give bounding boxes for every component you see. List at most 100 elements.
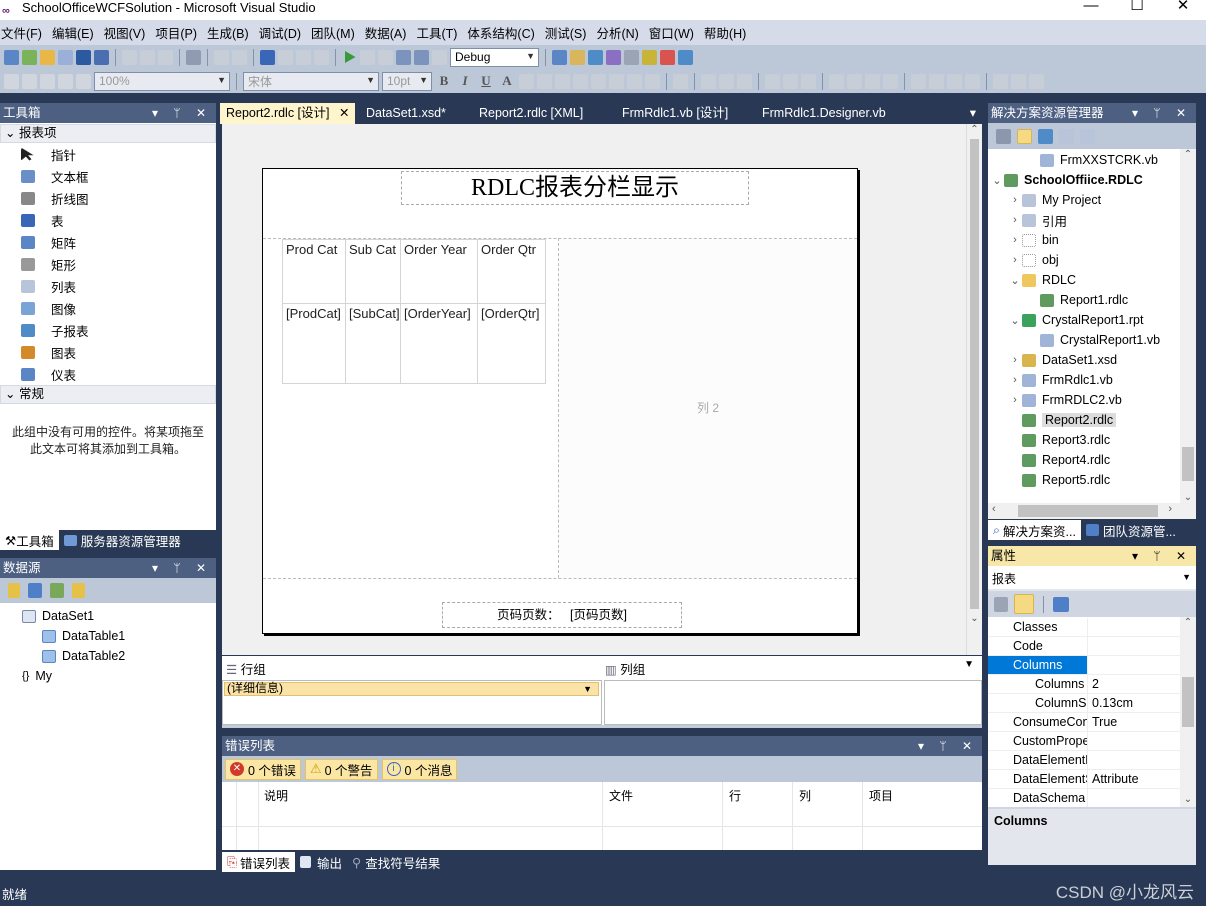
properties-icon[interactable] [996, 128, 1011, 144]
datasource-node[interactable]: DataTable2 [0, 646, 216, 666]
comment-icon[interactable] [214, 49, 229, 65]
underline-button[interactable]: U [477, 73, 495, 89]
horizontal-scrollbar[interactable]: ‹ › [988, 503, 1196, 519]
collapsed-chevron-icon[interactable]: › [1008, 254, 1022, 266]
tab-server-explorer[interactable]: 服务器资源管理器 [59, 530, 186, 550]
uncomment-icon[interactable] [232, 49, 247, 65]
property-row[interactable]: Classes [988, 618, 1180, 637]
solution-node[interactable]: ⌄ SchoolOffiice.RDLC [988, 170, 1180, 190]
menu-item[interactable]: 生成(B) [206, 23, 254, 42]
solution-config-select[interactable]: Debug ▼ [450, 47, 539, 67]
table-header-cell[interactable]: Sub Cat [345, 239, 401, 304]
open-file-icon[interactable] [40, 49, 55, 65]
collapsed-chevron-icon[interactable]: › [1008, 354, 1022, 366]
datasource-node[interactable]: DataSet1 [0, 606, 216, 626]
pause-icon[interactable] [360, 49, 375, 65]
datasource-node[interactable]: DataTable1 [0, 626, 216, 646]
menu-item[interactable]: 数据(A) [364, 23, 412, 42]
italic-button[interactable]: I [456, 73, 474, 89]
decrease-indent-icon[interactable] [627, 73, 642, 89]
horizontal-spacing-icon[interactable] [911, 73, 926, 89]
bulleted-list-icon[interactable] [609, 73, 624, 89]
new-website-icon[interactable] [22, 49, 37, 65]
collapsed-chevron-icon[interactable]: › [1008, 374, 1022, 386]
align-rights-icon[interactable] [737, 73, 752, 89]
toolbox-item[interactable]: 图表 [0, 341, 216, 363]
menu-item[interactable]: 分析(N) [595, 23, 643, 42]
grouping-dropdown-icon[interactable]: ▼ [964, 659, 974, 670]
categorized-icon[interactable] [994, 596, 1008, 612]
property-value[interactable] [1088, 637, 1092, 655]
vertical-scrollbar[interactable]: ⌃ ⌄ [1180, 149, 1196, 503]
scrollbar-thumb[interactable] [1182, 447, 1194, 481]
report-table[interactable]: Prod Cat [ProdCat] Sub Cat [SubCat] Order Ye… [282, 239, 546, 384]
column-header-file[interactable]: 文件 [602, 782, 633, 850]
property-row[interactable]: ColumnSpacing0.13cm [988, 694, 1180, 713]
refresh-icon[interactable] [1038, 128, 1053, 144]
table-data-cell[interactable]: [SubCat] [345, 303, 401, 384]
alphabetical-icon[interactable] [1014, 594, 1034, 614]
decrease-h-spacing-icon[interactable] [947, 73, 962, 89]
tab-list-dropdown-icon[interactable]: ▾ [970, 103, 976, 124]
solution-node[interactable]: › My Project [988, 190, 1180, 210]
menu-item[interactable]: 项目(P) [154, 23, 202, 42]
report-header-icon[interactable] [4, 73, 19, 89]
tab-solution-explorer[interactable]: ⌕ 解决方案资... [988, 520, 1081, 540]
minimize-button[interactable]: — [1068, 0, 1114, 14]
collapsed-chevron-icon[interactable]: › [1008, 194, 1022, 206]
close-tab-icon[interactable]: ✕ [339, 106, 349, 120]
property-value[interactable]: 2 [1088, 675, 1099, 693]
column-header-project[interactable]: 项目 [862, 782, 893, 850]
collapsed-chevron-icon[interactable]: › [1008, 234, 1022, 246]
messages-filter-button[interactable]: i0 个消息 [381, 758, 458, 780]
property-value[interactable] [1088, 618, 1092, 636]
tab-report2-xml[interactable]: Report2.rdlc [XML] [479, 103, 583, 124]
font-color-button[interactable]: A [498, 73, 516, 89]
step-out-icon[interactable] [432, 49, 447, 65]
font-size-select[interactable]: 10pt ▼ [382, 71, 432, 91]
table-header-cell[interactable]: Prod Cat [282, 239, 346, 304]
toolbox-item[interactable]: 列表 [0, 275, 216, 297]
class-view-icon[interactable] [606, 49, 621, 65]
solution-node[interactable]: › 引用 [988, 210, 1180, 230]
panel-controls[interactable]: ▾ ᛘ ✕ [1132, 103, 1192, 123]
object-browser-icon[interactable] [588, 49, 603, 65]
property-pages-icon[interactable] [1053, 596, 1069, 612]
solution-node[interactable]: › FrmRDLC2.vb [988, 390, 1180, 410]
tab-find-symbol-results[interactable]: ⚲ 查找符号结果 [347, 852, 445, 872]
solution-node[interactable]: › bin [988, 230, 1180, 250]
datasource-node[interactable]: {} My [0, 666, 216, 686]
solution-node[interactable]: › DataSet1.xsd [988, 350, 1180, 370]
save-icon[interactable] [76, 49, 91, 65]
expanded-chevron-icon[interactable]: ⌄ [1008, 274, 1022, 287]
property-value[interactable] [1088, 751, 1092, 769]
property-value[interactable] [1088, 732, 1092, 750]
menu-item[interactable]: 体系结构(C) [466, 23, 539, 42]
align-center-icon[interactable] [555, 73, 570, 89]
property-value[interactable] [1088, 789, 1092, 807]
property-row[interactable]: DataElementName [988, 751, 1180, 770]
table-data-cell[interactable]: [OrderQtr] [477, 303, 546, 384]
tab-team-explorer[interactable]: 团队资源管... [1081, 520, 1181, 540]
property-row[interactable]: DataElementStyleAttribute [988, 770, 1180, 789]
toolbox-item[interactable]: 矩阵 [0, 231, 216, 253]
menu-item[interactable]: 帮助(H) [703, 23, 751, 42]
start-page-icon[interactable] [678, 49, 693, 65]
find-icon[interactable] [186, 49, 201, 65]
bold-button[interactable]: B [435, 73, 453, 89]
tab-dataset1-xsd[interactable]: DataSet1.xsd* [366, 103, 446, 124]
solution-node[interactable]: Report2.rdlc [988, 410, 1180, 430]
solution-node[interactable]: Report4.rdlc [988, 450, 1180, 470]
panel-controls[interactable]: ▾ ᛘ ✕ [1132, 546, 1192, 566]
solution-node[interactable]: FrmXXSTCRK.vb [988, 150, 1180, 170]
server-explorer-icon[interactable] [642, 49, 657, 65]
increase-v-spacing-icon[interactable] [1011, 73, 1026, 89]
same-width-icon[interactable] [829, 73, 844, 89]
solution-node[interactable]: Report5.rdlc [988, 470, 1180, 490]
refresh-datasource-icon[interactable] [72, 583, 85, 598]
align-bottoms-icon[interactable] [801, 73, 816, 89]
align-tops-icon[interactable] [765, 73, 780, 89]
category-report-items[interactable]: ⌄ 报表项 [0, 124, 216, 143]
tab-error-list[interactable]: ⎘ 错误列表 [222, 852, 296, 872]
font-family-select[interactable]: 宋体 ▼ [243, 71, 379, 91]
